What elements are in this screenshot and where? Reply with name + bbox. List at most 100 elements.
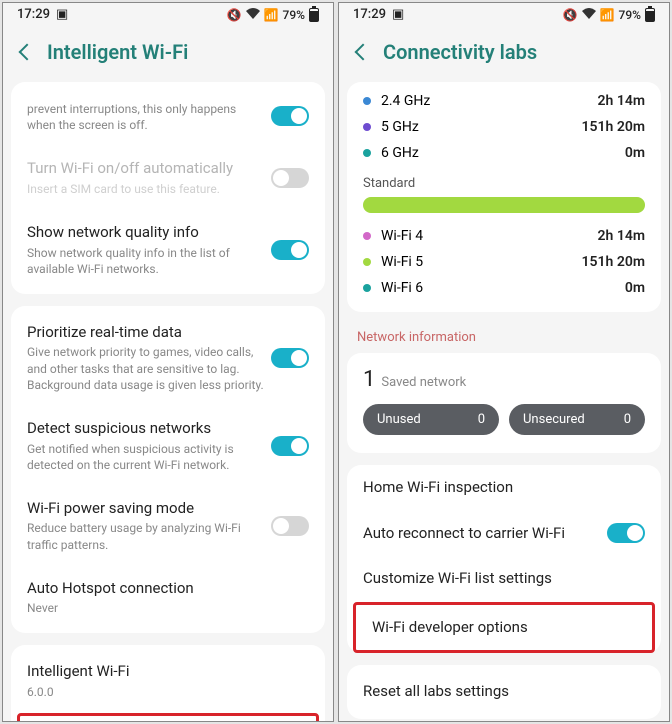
page-title: Intelligent Wi-Fi	[47, 40, 188, 64]
toggle[interactable]	[271, 436, 309, 456]
menu-reset[interactable]: Reset all labs settings	[347, 669, 661, 715]
row-title: Customize Wi-Fi list settings	[363, 569, 645, 589]
dot-icon	[363, 232, 371, 240]
back-button[interactable]	[355, 44, 372, 61]
row-sub: Get notified when suspicious activity is…	[27, 441, 309, 473]
status-time: 17:29	[17, 7, 50, 22]
freq-label: 6 GHz	[381, 145, 419, 161]
phone-right: 17:29 ▣ 🔇 📶 79% Connectivity labs 2.4 GH…	[338, 2, 670, 722]
header: Intelligent Wi-Fi	[3, 24, 333, 82]
status-bar: 17:29 ▣ 🔇 📶 79%	[339, 3, 669, 24]
standard-label: Standard	[347, 166, 661, 197]
header: Connectivity labs	[339, 24, 669, 82]
card-middle: Prioritize real-time data Give network p…	[11, 306, 325, 634]
signal-icon: 📶	[264, 8, 279, 22]
row-title: Wi-Fi developer options	[372, 618, 636, 638]
row-sub: Show network quality info in the list of…	[27, 245, 309, 277]
battery-icon	[645, 8, 655, 22]
row-title: Prioritize real-time data	[27, 323, 309, 343]
network-info-label: Network information	[339, 324, 669, 353]
freq-label: 2.4 GHz	[381, 93, 430, 109]
pill-label: Unused	[377, 412, 421, 427]
menu-dev-options[interactable]: Wi-Fi developer options	[356, 605, 652, 651]
dot-icon	[363, 123, 371, 131]
pill-label: Unsecured	[523, 412, 585, 427]
freq-val: 0m	[625, 145, 645, 161]
row-title: Show network quality info	[27, 223, 309, 243]
wifi-icon	[246, 8, 260, 22]
menu-auto-reconnect[interactable]: Auto reconnect to carrier Wi-Fi	[347, 511, 661, 557]
saved-count: 1	[363, 367, 375, 392]
setting-row-partial[interactable]: prevent interruptions, this only happens…	[11, 86, 325, 146]
setting-row-prioritize[interactable]: Prioritize real-time data Give network p…	[11, 310, 325, 406]
wstd-label: Wi-Fi 4	[381, 228, 423, 244]
setting-row-powersave[interactable]: Wi-Fi power saving mode Reduce battery u…	[11, 486, 325, 566]
setting-row-intelligent-wifi[interactable]: Intelligent Wi-Fi 6.0.0	[11, 649, 325, 713]
toggle[interactable]	[271, 348, 309, 368]
menu-customize-list[interactable]: Customize Wi-Fi list settings	[347, 556, 661, 602]
dot-icon	[363, 149, 371, 157]
card-bottom: Intelligent Wi-Fi 6.0.0 Connectivity lab…	[11, 645, 325, 721]
notif-icon: ▣	[56, 7, 68, 22]
battery-pct: 79%	[619, 8, 641, 22]
status-time: 17:29	[353, 7, 386, 22]
freq-row: 5 GHz 151h 20m	[347, 114, 661, 140]
row-title: Intelligent Wi-Fi	[27, 662, 309, 682]
dot-icon	[363, 284, 371, 292]
pill-unsecured[interactable]: Unsecured 0	[509, 404, 645, 435]
setting-row-quality[interactable]: Show network quality info Show network q…	[11, 210, 325, 290]
status-bar: 17:29 ▣ 🔇 📶 79%	[3, 3, 333, 24]
setting-row-auto-wifi: Turn Wi-Fi on/off automatically Insert a…	[11, 146, 325, 210]
card-reset: Reset all labs settings	[347, 665, 661, 719]
setting-row-connectivity-labs[interactable]: Connectivity labs This feature is for in…	[20, 716, 316, 721]
battery-icon	[309, 8, 319, 22]
toggle[interactable]	[271, 516, 309, 536]
row-sub: 6.0.0	[27, 684, 309, 700]
standard-bar	[363, 197, 645, 213]
setting-row-hotspot[interactable]: Auto Hotspot connection Never	[11, 566, 325, 630]
row-sub: Insert a SIM card to use this feature.	[27, 181, 309, 197]
row-sub: Never	[27, 600, 309, 616]
highlight-dev-options: Wi-Fi developer options	[353, 602, 655, 654]
dot-icon	[363, 258, 371, 266]
wstd-label: Wi-Fi 6	[381, 280, 423, 296]
row-sub: Reduce battery usage by analyzing Wi-Fi …	[27, 520, 309, 552]
pill-unused[interactable]: Unused 0	[363, 404, 499, 435]
wifi-icon	[582, 8, 596, 22]
menu-home-inspection[interactable]: Home Wi-Fi inspection	[347, 465, 661, 511]
pill-count: 0	[624, 412, 631, 427]
mute-icon: 🔇	[563, 8, 578, 22]
toggle[interactable]	[607, 523, 645, 543]
row-title: Auto reconnect to carrier Wi-Fi	[363, 524, 645, 544]
toggle	[271, 168, 309, 188]
row-title: Home Wi-Fi inspection	[363, 478, 645, 498]
phone-left: 17:29 ▣ 🔇 📶 79% Intelligent Wi-Fi preven…	[2, 2, 334, 722]
row-title: Auto Hotspot connection	[27, 579, 309, 599]
freq-val: 2h 14m	[598, 93, 645, 109]
wstd-row: Wi-Fi 5 151h 20m	[347, 249, 661, 275]
page-title: Connectivity labs	[383, 40, 537, 64]
setting-row-suspicious[interactable]: Detect suspicious networks Get notified …	[11, 406, 325, 486]
toggle[interactable]	[271, 240, 309, 260]
freq-row: 2.4 GHz 2h 14m	[347, 88, 661, 114]
back-button[interactable]	[19, 44, 36, 61]
signal-icon: 📶	[600, 8, 615, 22]
saved-label: Saved network	[381, 375, 466, 390]
wstd-row: Wi-Fi 4 2h 14m	[347, 223, 661, 249]
pill-row: Unused 0 Unsecured 0	[347, 402, 661, 449]
saved-network-row[interactable]: 1 Saved network	[347, 357, 661, 402]
row-title: Turn Wi-Fi on/off automatically	[27, 159, 309, 179]
freq-val: 151h 20m	[582, 119, 645, 135]
freq-label: 5 GHz	[381, 119, 419, 135]
pill-count: 0	[478, 412, 485, 427]
wstd-val: 0m	[625, 280, 645, 296]
wstd-val: 151h 20m	[582, 254, 645, 270]
row-title: Wi-Fi power saving mode	[27, 499, 309, 519]
wstd-label: Wi-Fi 5	[381, 254, 423, 270]
freq-row: 6 GHz 0m	[347, 140, 661, 166]
row-sub: Give network priority to games, video ca…	[27, 344, 309, 393]
toggle[interactable]	[271, 106, 309, 126]
row-title: Detect suspicious networks	[27, 419, 309, 439]
wstd-val: 2h 14m	[598, 228, 645, 244]
card-stats: 2.4 GHz 2h 14m 5 GHz 151h 20m 6 GHz 0m S…	[347, 82, 661, 312]
